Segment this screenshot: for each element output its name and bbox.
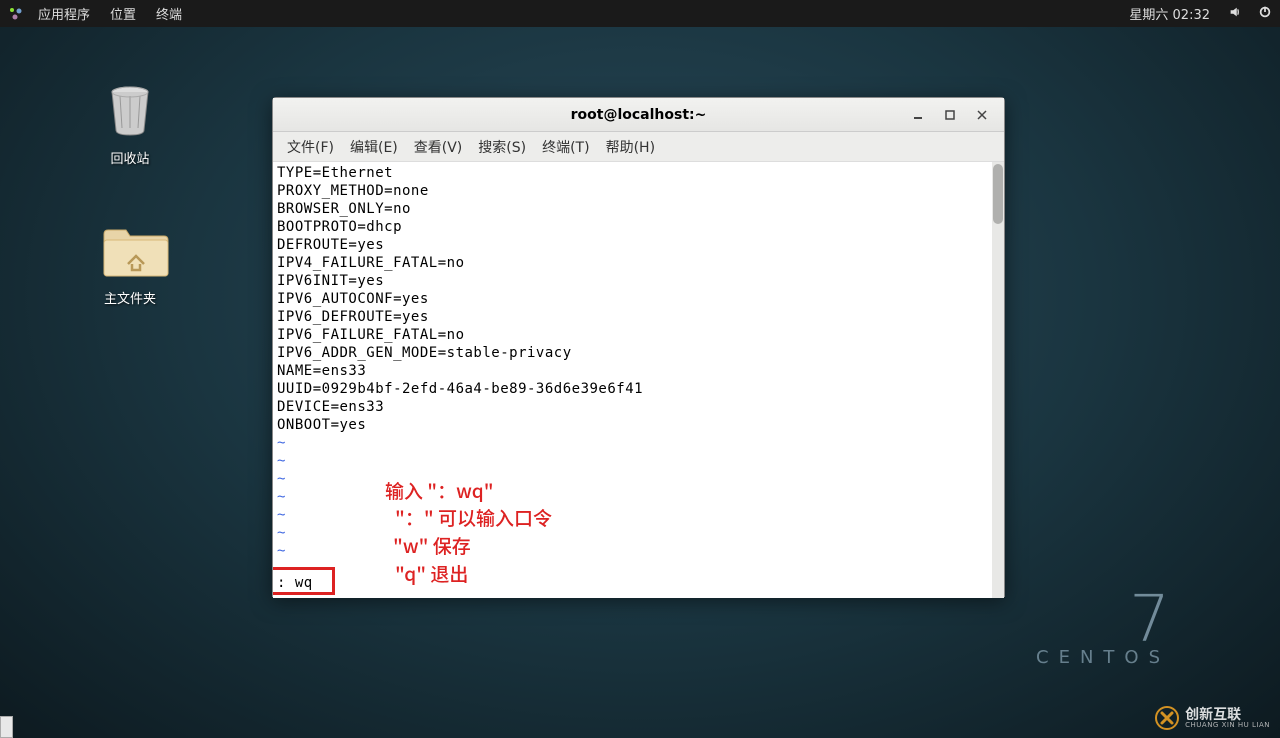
menu-terminal[interactable]: 终端(T) xyxy=(534,133,597,161)
menu-applications[interactable]: 应用程序 xyxy=(28,4,100,23)
volume-icon[interactable] xyxy=(1220,5,1250,23)
watermark-text-pinyin: CHUANG XIN HU LIAN xyxy=(1185,722,1270,729)
minimize-button[interactable] xyxy=(902,104,934,126)
menu-places[interactable]: 位置 xyxy=(100,4,146,23)
vi-tilde: ~ xyxy=(277,542,1000,560)
config-line: PROXY_METHOD=none xyxy=(277,182,1000,200)
window-titlebar[interactable]: root@localhost:~ xyxy=(273,98,1004,132)
maximize-button[interactable] xyxy=(934,104,966,126)
config-line: NAME=ens33 xyxy=(277,362,1000,380)
gnome-logo-icon xyxy=(8,6,24,22)
annotation-text: "w" 保存 xyxy=(393,532,471,559)
annotation-text: "：" 可以输入口令 xyxy=(395,504,552,531)
config-line: TYPE=Ethernet xyxy=(277,164,1000,182)
menu-file[interactable]: 文件(F) xyxy=(279,133,342,161)
menu-search[interactable]: 搜索(S) xyxy=(470,133,534,161)
power-icon[interactable] xyxy=(1250,5,1280,23)
config-line: IPV6INIT=yes xyxy=(277,272,1000,290)
config-line: ONBOOT=yes xyxy=(277,416,1000,434)
centos-name: CENTOS xyxy=(1036,647,1170,668)
desktop-icon-home[interactable]: 主文件夹 xyxy=(80,220,180,307)
config-line: IPV4_FAILURE_FATAL=no xyxy=(277,254,1000,272)
menu-terminal[interactable]: 终端 xyxy=(146,4,192,23)
config-line: UUID=0929b4bf-2efd-46a4-be89-36d6e39e6f4… xyxy=(277,380,1000,398)
menu-edit[interactable]: 编辑(E) xyxy=(342,133,406,161)
menu-view[interactable]: 查看(V) xyxy=(406,133,471,161)
trash-label: 回收站 xyxy=(80,148,180,167)
config-line: BOOTPROTO=dhcp xyxy=(277,218,1000,236)
config-line: DEVICE=ens33 xyxy=(277,398,1000,416)
window-title: root@localhost:~ xyxy=(571,107,707,123)
config-line: IPV6_DEFROUTE=yes xyxy=(277,308,1000,326)
home-folder-icon xyxy=(100,220,160,280)
top-panel: 应用程序 位置 终端 星期六 02:32 xyxy=(0,0,1280,27)
config-line: IPV6_ADDR_GEN_MODE=stable-privacy xyxy=(277,344,1000,362)
scrollbar[interactable] xyxy=(992,162,1004,598)
vi-tilde: ~ xyxy=(277,506,1000,524)
taskbar-fragment xyxy=(0,716,13,738)
config-line: IPV6_AUTOCONF=yes xyxy=(277,290,1000,308)
scrollbar-thumb[interactable] xyxy=(993,164,1003,224)
vi-tilde: ~ xyxy=(277,452,1000,470)
terminal-content[interactable]: TYPE=Ethernet PROXY_METHOD=none BROWSER_… xyxy=(273,162,1004,598)
vi-tilde: ~ xyxy=(277,524,1000,542)
terminal-window: root@localhost:~ 文件(F) 编辑(E) 查看(V) 搜索(S)… xyxy=(272,97,1005,597)
vi-command-line[interactable]: : wq xyxy=(277,574,313,592)
vi-tilde: ~ xyxy=(277,434,1000,452)
trash-icon xyxy=(100,80,160,140)
config-line: DEFROUTE=yes xyxy=(277,236,1000,254)
desktop-icon-trash[interactable]: 回收站 xyxy=(80,80,180,167)
config-line: IPV6_FAILURE_FATAL=no xyxy=(277,326,1000,344)
centos-brand: 7 CENTOS xyxy=(1036,583,1170,668)
config-line: BROWSER_ONLY=no xyxy=(277,200,1000,218)
menu-help[interactable]: 帮助(H) xyxy=(598,133,663,161)
window-menubar: 文件(F) 编辑(E) 查看(V) 搜索(S) 终端(T) 帮助(H) xyxy=(273,132,1004,162)
watermark-text-cn: 创新互联 xyxy=(1185,708,1270,722)
desktop: 应用程序 位置 终端 星期六 02:32 回收站 xyxy=(0,0,1280,738)
annotation-text: "q" 退出 xyxy=(395,560,468,587)
clock[interactable]: 星期六 02:32 xyxy=(1119,4,1220,23)
close-button[interactable] xyxy=(966,104,998,126)
watermark-logo-icon xyxy=(1155,706,1179,730)
centos-version: 7 xyxy=(1036,583,1170,657)
watermark: 创新互联 CHUANG XIN HU LIAN xyxy=(1155,706,1270,730)
annotation-text: 输入 "：wq" xyxy=(385,477,494,504)
home-label: 主文件夹 xyxy=(80,288,180,307)
